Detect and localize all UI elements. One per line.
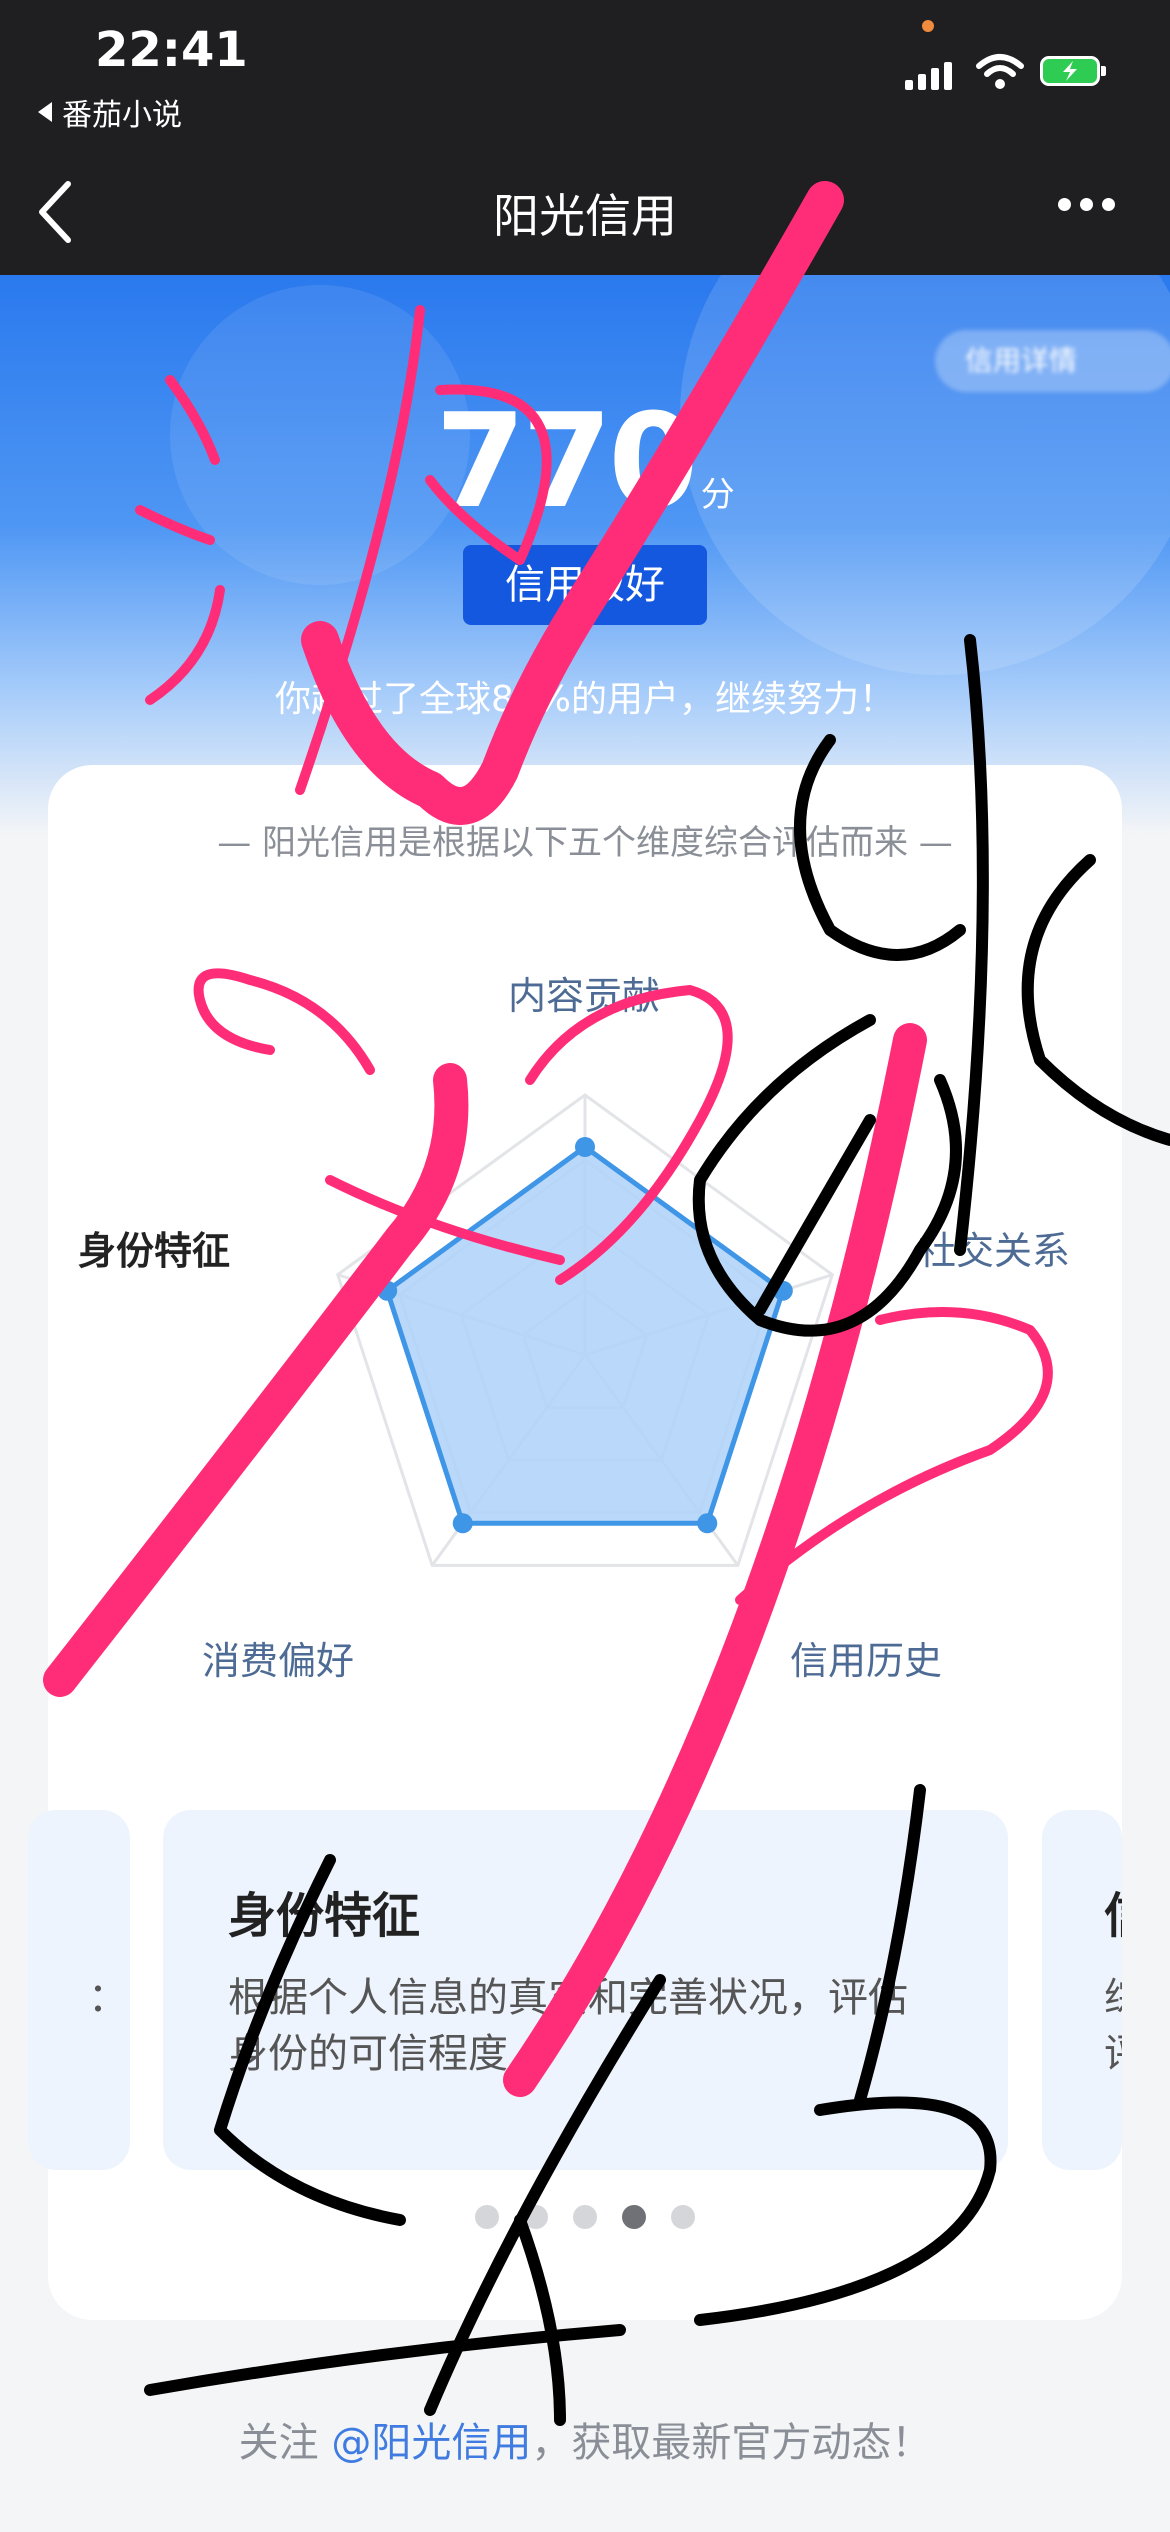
- follow-link[interactable]: @阳光信用: [331, 2420, 531, 2466]
- radar-point-4: [452, 1513, 473, 1534]
- score-row: 770 分: [0, 385, 1170, 537]
- footer-follow-text: 关注 @阳光信用，获取最新官方动态！: [238, 2420, 932, 2466]
- radar-area: [384, 1143, 786, 1526]
- dimension-label-consumption[interactable]: 消费偏好: [202, 1630, 354, 1685]
- more-icon[interactable]: [1058, 198, 1115, 211]
- pagination-dot[interactable]: [524, 2205, 548, 2229]
- back-triangle-icon: [38, 102, 52, 122]
- privacy-indicator-icon: [922, 20, 934, 32]
- dimensions-card: — 阳光信用是根据以下五个维度综合评估而来 — 内容贡献 社交关系 信用历史 消…: [28, 765, 1122, 2320]
- tile-title: 身份特征: [228, 1888, 421, 1944]
- credit-level-badge: 信用极好: [463, 545, 707, 625]
- carousel-tile-next[interactable]: 信 综 评: [1042, 1810, 1122, 2170]
- dimension-label-social[interactable]: 社交关系: [918, 1220, 1070, 1275]
- dimension-label-identity[interactable]: 身份特征: [78, 1220, 230, 1275]
- radar-point-3: [697, 1513, 718, 1534]
- pagination-dot[interactable]: [622, 2205, 646, 2229]
- pagination-dot[interactable]: [475, 2205, 499, 2229]
- radar-chart: [335, 1093, 835, 1567]
- nav-bar: 阳光信用: [0, 150, 1170, 275]
- radar-point-1: [575, 1137, 595, 1157]
- tile-description: 根据个人信息的真实和完善状况，评估身份的可信程度: [228, 1975, 908, 2077]
- signal-icon: [905, 62, 952, 90]
- radar-point-5: [377, 1280, 398, 1301]
- pagination-dot[interactable]: [573, 2205, 597, 2229]
- battery-icon: [1040, 56, 1106, 86]
- beat-percent-text: 你超过了全球87%的用户，继续努力！: [274, 679, 896, 720]
- pagination-dot[interactable]: [671, 2205, 695, 2229]
- score-unit: 分: [700, 475, 735, 515]
- wifi-icon: [976, 54, 1024, 89]
- back-to-app-button[interactable]: 番茄小说: [38, 90, 182, 134]
- carousel-pagination[interactable]: [48, 2205, 1122, 2229]
- credit-score: 770: [435, 385, 698, 537]
- credit-score-hero: 信用详情 770 分 信用极好 你超过了全球87%的用户，继续努力！: [0, 275, 1170, 835]
- status-bar: 22:41 番茄小说: [0, 0, 1170, 150]
- carousel-tile-current[interactable]: 身份特征 根据个人信息的真实和完善状况，评估身份的可信程度: [163, 1810, 1008, 2170]
- detail-pill-button[interactable]: 信用详情: [935, 330, 1170, 392]
- carousel-tile-prev[interactable]: ：: [28, 1810, 130, 2170]
- dimension-label-content[interactable]: 内容贡献: [508, 965, 660, 1020]
- radar-point-2: [772, 1280, 793, 1301]
- page-title: 阳光信用: [493, 189, 677, 243]
- dimension-label-history[interactable]: 信用历史: [790, 1630, 942, 1685]
- clock: 22:41: [95, 22, 248, 78]
- back-app-label: 番茄小说: [62, 98, 182, 133]
